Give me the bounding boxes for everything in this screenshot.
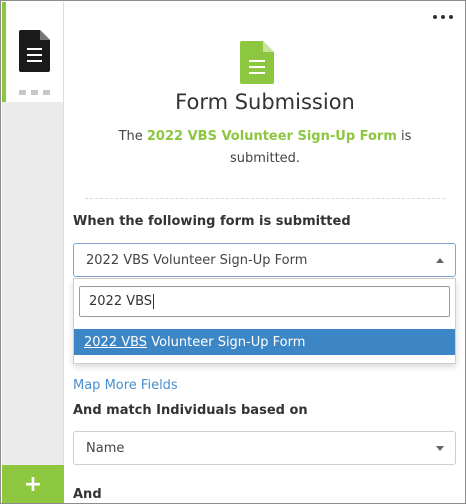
form-select-dropdown: 2022 VBS 2022 VBS Volunteer Sign-Up Form <box>73 278 456 364</box>
add-step-button[interactable]: + <box>2 465 64 503</box>
option-rest-text: Volunteer Sign-Up Form <box>147 334 306 350</box>
and-label: And <box>73 487 102 502</box>
rail-step-form-submission[interactable] <box>2 2 63 102</box>
form-name-highlight: 2022 VBS Volunteer Sign-Up Form <box>146 129 397 144</box>
match-select-label: And match Individuals based on <box>73 403 308 418</box>
caret-up-icon <box>436 258 444 263</box>
drag-handle-icon[interactable] <box>19 90 50 95</box>
caret-down-icon <box>436 446 444 451</box>
form-select[interactable]: 2022 VBS Volunteer Sign-Up Form <box>73 243 456 277</box>
option-match-text: 2022 VBS <box>84 334 148 350</box>
search-input-value: 2022 VBS <box>89 294 153 309</box>
form-document-icon <box>240 41 274 84</box>
page-title: Form Submission <box>175 90 355 114</box>
document-icon <box>19 30 50 72</box>
text-cursor <box>153 294 155 309</box>
dropdown-option[interactable]: 2022 VBS Volunteer Sign-Up Form <box>74 329 455 355</box>
left-rail: + <box>2 2 64 503</box>
map-more-fields-link[interactable]: Map More Fields <box>73 378 178 393</box>
description-prefix: The <box>118 129 143 144</box>
form-select-label: When the following form is submitted <box>73 214 351 229</box>
divider <box>85 198 445 199</box>
trigger-description: The 2022 VBS Volunteer Sign-Up Form is s… <box>105 126 425 170</box>
more-options-icon[interactable] <box>433 15 453 19</box>
match-select-value: Name <box>86 440 125 456</box>
trigger-panel: Form Submission The 2022 VBS Volunteer S… <box>65 2 465 504</box>
window-frame: + Form Submission The 2022 VBS Volunteer… <box>0 0 466 504</box>
form-select-value: 2022 VBS Volunteer Sign-Up Form <box>86 252 308 268</box>
dropdown-search-input[interactable]: 2022 VBS <box>79 286 450 317</box>
match-select[interactable]: Name <box>73 431 456 465</box>
